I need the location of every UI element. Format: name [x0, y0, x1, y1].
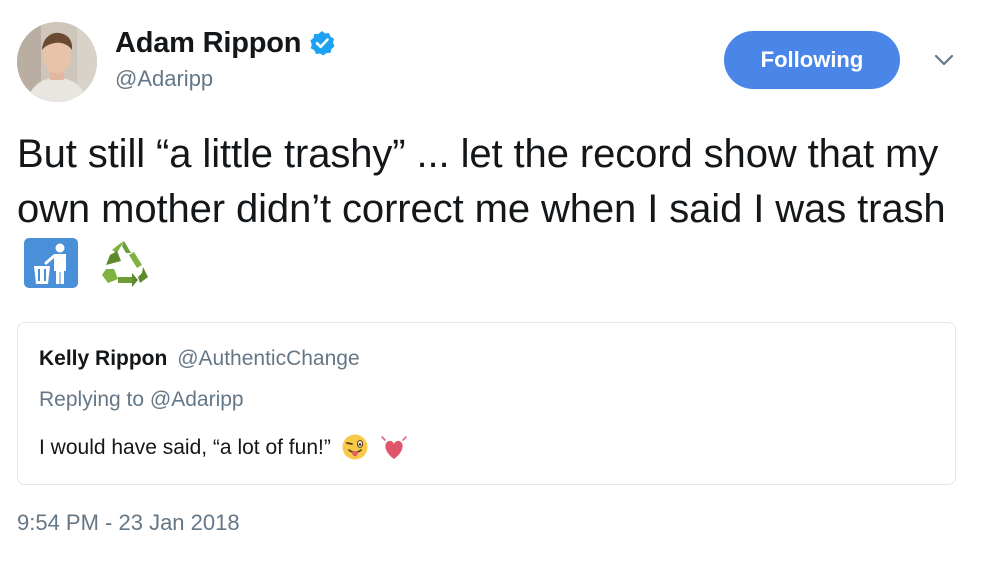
quoted-author-name: Kelly Rippon [39, 347, 168, 370]
winking-face-with-tongue-icon [341, 433, 369, 467]
quoted-author-handle: @AuthenticChange [177, 347, 360, 370]
author-block: Adam Rippon @Adaripp [115, 24, 335, 92]
verified-badge-icon [309, 30, 335, 56]
reply-prefix: Replying to [39, 388, 145, 411]
avatar-image [17, 22, 97, 102]
quoted-tweet-text: I would have said, “a lot of fun!” [39, 436, 331, 459]
quoted-tweet-header: Kelly Rippon @AuthenticChange [39, 347, 360, 371]
author-handle[interactable]: @Adaripp [115, 66, 335, 92]
tweet-body: But still “a little trashy” ... let the … [17, 127, 977, 304]
quoted-reply-context: Replying to @Adaripp [39, 388, 244, 412]
quoted-tweet[interactable]: Kelly Rippon @AuthenticChange Replying t… [17, 322, 956, 485]
tweet-timestamp[interactable]: 9:54 PM - 23 Jan 2018 [17, 510, 240, 536]
recycling-symbol-icon [96, 237, 152, 304]
author-name-row: Adam Rippon [115, 24, 335, 62]
reply-to-handle: @Adaripp [149, 388, 244, 411]
tweet-card: Adam Rippon @Adaripp Following But still… [0, 0, 990, 561]
tweet-text: But still “a little trashy” ... let the … [17, 132, 946, 231]
following-button[interactable]: Following [724, 31, 900, 89]
chevron-down-icon[interactable] [932, 50, 956, 70]
put-litter-in-its-place-icon [23, 237, 79, 304]
author-display-name[interactable]: Adam Rippon [115, 27, 301, 60]
quoted-tweet-body: I would have said, “a lot of fun!” [39, 433, 409, 467]
beating-heart-icon [379, 433, 409, 467]
avatar[interactable] [17, 22, 97, 102]
